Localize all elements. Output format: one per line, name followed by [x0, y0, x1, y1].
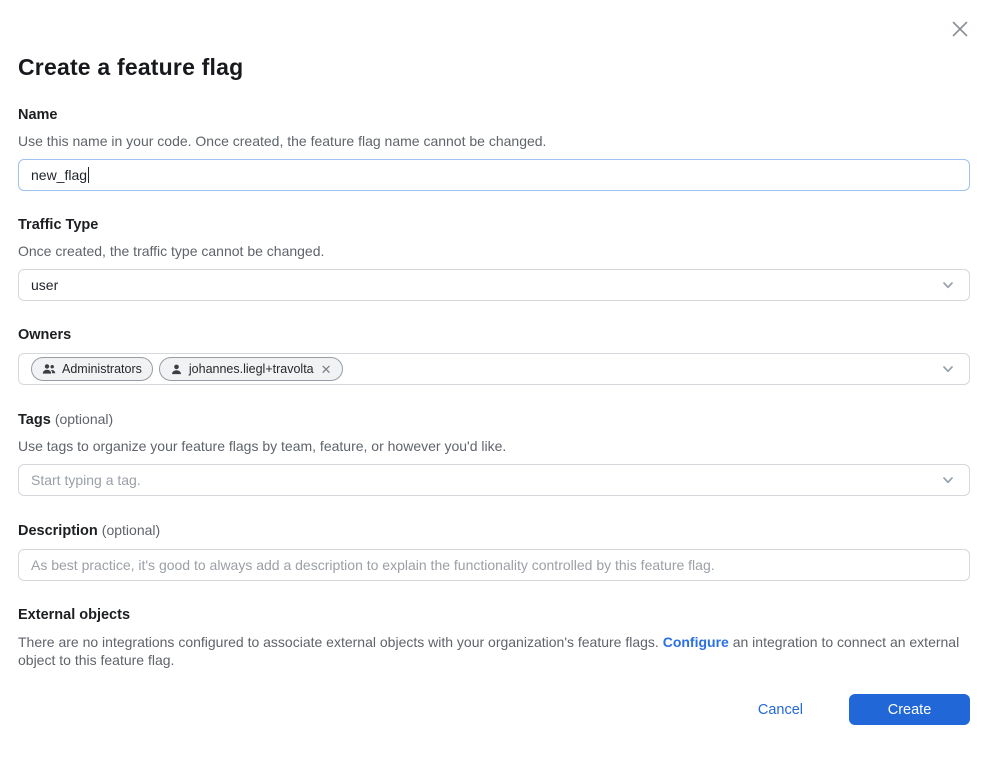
owners-label: Owners	[18, 327, 970, 344]
traffic-type-label: Traffic Type	[18, 217, 970, 234]
remove-icon[interactable]: ✕	[320, 363, 332, 376]
create-feature-flag-modal: Create a feature flag Name Use this name…	[0, 0, 988, 763]
owners-select[interactable]: Administrators johannes.liegl+travolta ✕	[18, 353, 970, 385]
owner-chip-label: Administrators	[62, 362, 142, 376]
tags-placeholder: Start typing a tag.	[31, 472, 141, 488]
page-title: Create a feature flag	[18, 54, 970, 81]
description-optional-text: (optional)	[102, 522, 160, 538]
close-button[interactable]	[947, 16, 973, 42]
external-objects-label: External objects	[18, 607, 970, 624]
create-button[interactable]: Create	[849, 694, 970, 725]
tags-select[interactable]: Start typing a tag.	[18, 464, 970, 496]
description-label-text: Description	[18, 523, 98, 539]
group-icon	[42, 362, 56, 376]
tags-label: Tags (optional)	[18, 411, 970, 429]
modal-footer: Cancel Create	[758, 694, 970, 725]
text-cursor	[88, 167, 89, 183]
cancel-button[interactable]: Cancel	[758, 702, 803, 718]
description-input[interactable]	[18, 549, 970, 581]
description-label: Description (optional)	[18, 522, 970, 540]
owner-chip-user[interactable]: johannes.liegl+travolta ✕	[159, 357, 343, 381]
person-icon	[170, 363, 183, 376]
name-input[interactable]: new_flag	[18, 159, 970, 191]
configure-link[interactable]: Configure	[663, 634, 729, 650]
chevron-down-icon	[941, 473, 955, 487]
owner-chip-administrators[interactable]: Administrators	[31, 357, 153, 381]
close-icon	[949, 18, 971, 40]
name-description: Use this name in your code. Once created…	[18, 132, 970, 150]
tags-description: Use tags to organize your feature flags …	[18, 437, 970, 455]
name-input-value: new_flag	[31, 167, 87, 183]
owner-chip-label: johannes.liegl+travolta	[189, 362, 314, 376]
tags-label-text: Tags	[18, 412, 51, 428]
chevron-down-icon	[941, 278, 955, 292]
external-objects-text: There are no integrations configured to …	[18, 633, 970, 669]
name-label: Name	[18, 107, 970, 124]
tags-optional-text: (optional)	[55, 411, 113, 427]
traffic-type-description: Once created, the traffic type cannot be…	[18, 242, 970, 260]
traffic-type-select[interactable]: user	[18, 269, 970, 301]
owners-chip-list: Administrators johannes.liegl+travolta ✕	[31, 357, 343, 381]
chevron-down-icon	[941, 362, 955, 376]
external-objects-text-before: There are no integrations configured to …	[18, 634, 663, 650]
traffic-type-value: user	[31, 277, 58, 293]
